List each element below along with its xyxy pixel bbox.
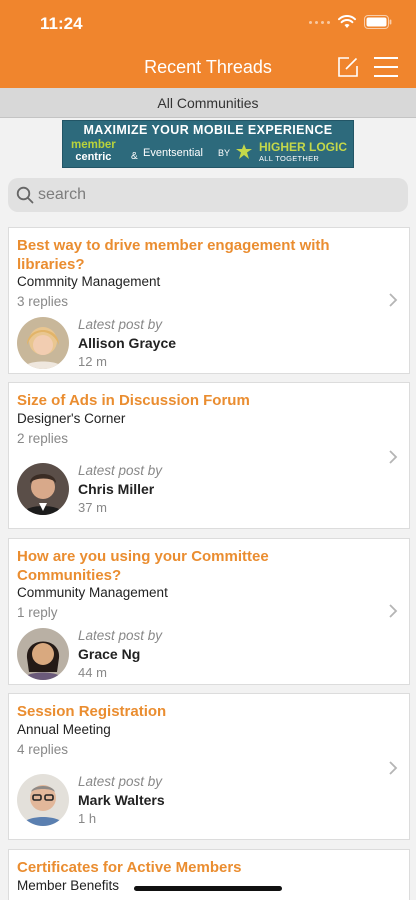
- thread-card[interactable]: How are you using your Committee Communi…: [8, 538, 410, 685]
- higher-logic-text: HIGHER LOGIC ALL TOGETHER: [259, 140, 348, 163]
- thread-card[interactable]: Best way to drive member engagement with…: [8, 227, 410, 374]
- top-bar: 11:24 Recent Threads: [0, 0, 416, 88]
- latest-post-author: Chris Miller: [78, 481, 155, 497]
- banner-ad[interactable]: MAXIMIZE YOUR MOBILE EXPERIENCE member c…: [62, 120, 354, 168]
- higher-logic-logo-icon: [236, 144, 252, 159]
- thread-community: Annual Meeting: [17, 722, 111, 737]
- latest-post-label: Latest post by: [78, 317, 163, 332]
- wifi-icon: [338, 15, 356, 28]
- thread-replies: 4 replies: [17, 742, 69, 757]
- avatar: [17, 628, 69, 680]
- avatar: [17, 317, 69, 369]
- thread-community: Community Management: [17, 585, 168, 600]
- thread-card[interactable]: Size of Ads in Discussion Forum Designer…: [8, 382, 410, 529]
- eventsential-logo: Eventsential: [143, 147, 203, 159]
- thread-community: Member Benefits: [17, 878, 120, 893]
- latest-post-time: 44 m: [78, 665, 107, 680]
- hamburger-menu-icon[interactable]: [374, 55, 398, 79]
- battery-icon: [364, 15, 392, 29]
- compose-icon[interactable]: [336, 55, 360, 79]
- chevron-right-icon: [389, 761, 398, 775]
- search-icon: [16, 186, 34, 204]
- thread-title: Session Registration: [17, 703, 167, 720]
- banner-ampersand: &: [131, 151, 138, 162]
- thread-community: Designer's Corner: [17, 411, 126, 426]
- thread-replies: 3 replies: [17, 294, 69, 309]
- latest-post-label: Latest post by: [78, 628, 163, 643]
- avatar: [17, 774, 69, 826]
- latest-post-author: Grace Ng: [78, 646, 141, 662]
- status-icons: [309, 15, 392, 29]
- latest-post-time: 12 m: [78, 354, 107, 369]
- banner-headline: MAXIMIZE YOUR MOBILE EXPERIENCE: [83, 123, 333, 137]
- thread-replies: 2 replies: [17, 431, 69, 446]
- latest-post-label: Latest post by: [78, 463, 163, 478]
- cellular-signal-icon: [309, 20, 330, 24]
- avatar: [17, 463, 69, 515]
- status-time: 11:24: [40, 14, 83, 33]
- latest-post-author: Mark Walters: [78, 792, 165, 808]
- banner-by: BY: [218, 148, 231, 158]
- search-input[interactable]: [38, 178, 398, 212]
- thread-card[interactable]: Session Registration Annual Meeting 4 re…: [8, 693, 410, 840]
- thread-replies: 1 reply: [17, 605, 58, 620]
- thread-card[interactable]: Certificates for Active Members Member B…: [8, 849, 410, 900]
- latest-post-label: Latest post by: [78, 774, 163, 789]
- thread-community: Commnity Management: [17, 274, 161, 289]
- member-centric-logo: member centric: [71, 139, 116, 163]
- community-filter[interactable]: All Communities: [0, 88, 416, 118]
- thread-title: Size of Ads in Discussion Forum: [17, 392, 250, 409]
- thread-title: Certificates for Active Members: [17, 859, 242, 876]
- thread-title: How are you using your Committee Communi…: [17, 548, 269, 584]
- chevron-right-icon: [389, 604, 398, 618]
- latest-post-author: Allison Grayce: [78, 335, 177, 351]
- thread-title: Best way to drive member engagement with…: [17, 237, 330, 273]
- latest-post-time: 1 h: [78, 811, 97, 826]
- chevron-right-icon: [389, 450, 398, 464]
- chevron-right-icon: [389, 293, 398, 307]
- search-bar: [8, 178, 408, 212]
- latest-post-time: 37 m: [78, 500, 107, 515]
- home-indicator: [134, 886, 282, 891]
